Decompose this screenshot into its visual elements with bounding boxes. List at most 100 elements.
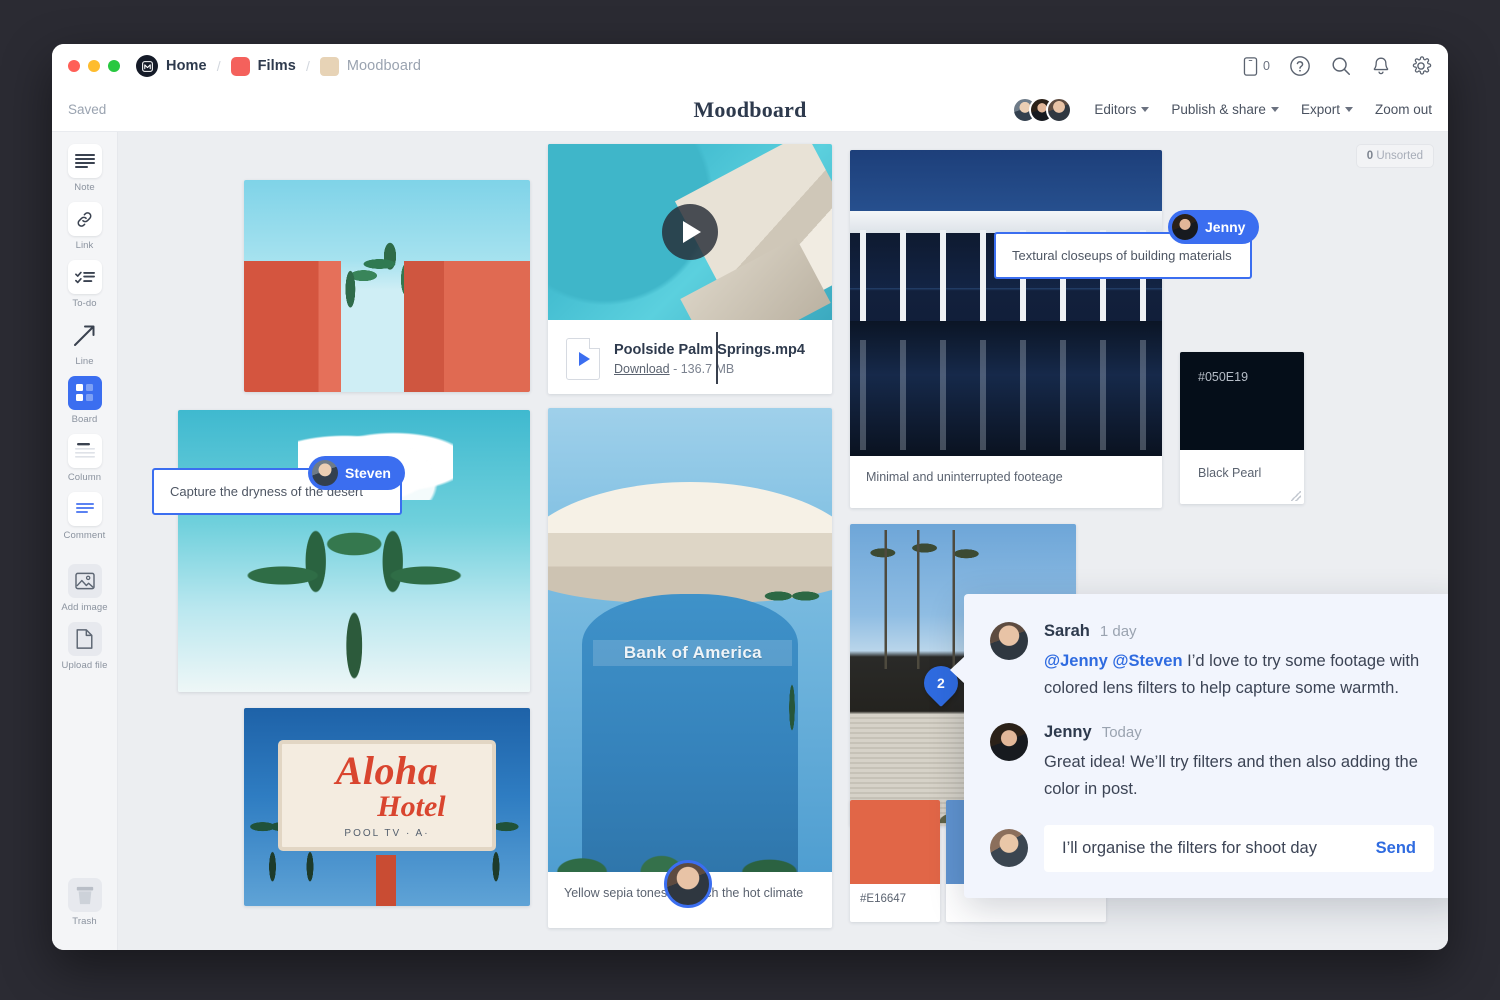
chevron-down-icon xyxy=(1345,107,1353,112)
chevron-down-icon xyxy=(1141,107,1149,112)
palm-decoration xyxy=(761,547,823,770)
board-card-adobe-photo[interactable] xyxy=(244,180,530,392)
canvas-comment-author-steven[interactable]: Steven xyxy=(308,456,405,490)
editor-avatars[interactable] xyxy=(1012,97,1072,123)
video-thumbnail[interactable] xyxy=(548,144,832,320)
canvas-comment-author-label-jenny: Jenny xyxy=(1205,219,1245,235)
zoom-out-button[interactable]: Zoom out xyxy=(1375,102,1432,117)
video-file-icon xyxy=(566,338,600,380)
sidebar-label-upload-file: Upload file xyxy=(62,660,108,671)
comment-input[interactable] xyxy=(1062,839,1366,858)
palm-decoration xyxy=(217,523,492,692)
sidebar-item-upload-file[interactable]: Upload file xyxy=(56,622,114,671)
sidebar-item-link[interactable]: Link xyxy=(56,202,114,251)
play-triangle xyxy=(683,221,701,243)
palm-decoration xyxy=(324,231,456,329)
board-card-video[interactable]: Poolside Palm Springs.mp4 Download - 136… xyxy=(548,144,832,394)
link-icon xyxy=(68,202,102,236)
video-file-row: Poolside Palm Springs.mp4 Download - 136… xyxy=(548,320,832,394)
board-card-aloha-hotel[interactable]: Aloha Hotel POOL TV · A· xyxy=(244,708,530,906)
aloha-sign-line2: Hotel xyxy=(377,790,445,824)
close-window-button[interactable] xyxy=(68,60,80,72)
unsorted-count: 0 xyxy=(1367,150,1373,162)
sidebar-item-comment[interactable]: Comment xyxy=(56,492,114,541)
board-card-brasilia[interactable]: Minimal and uninterrupted footeage xyxy=(850,150,1162,508)
editors-menu-label: Editors xyxy=(1094,102,1136,117)
video-file-size: 136.7 MB xyxy=(681,362,735,376)
sidebar-item-line[interactable]: Line xyxy=(56,318,114,367)
unsorted-badge[interactable]: 0 Unsorted xyxy=(1356,144,1434,168)
canvas-comment-text-jenny: Textural closeups of building materials xyxy=(1012,248,1232,263)
sidebar-item-trash[interactable]: Trash xyxy=(56,878,114,927)
app-window: Home / Films / Moodboard 0 xyxy=(52,44,1448,950)
play-triangle xyxy=(579,352,590,366)
comment-body: Jenny Today Great idea! We’ll try filter… xyxy=(1044,723,1434,802)
sidebar-item-add-image[interactable]: Add image xyxy=(56,564,114,613)
export-menu[interactable]: Export xyxy=(1301,102,1353,117)
tan-square-icon xyxy=(320,57,339,76)
help-icon[interactable] xyxy=(1289,55,1311,77)
sidebar-label-trash: Trash xyxy=(72,916,96,927)
minimize-window-button[interactable] xyxy=(88,60,100,72)
breadcrumb: Home / Films / Moodboard xyxy=(136,55,421,77)
text-cursor xyxy=(716,332,718,384)
mobile-icon[interactable]: 0 xyxy=(1243,57,1270,76)
send-button[interactable]: Send xyxy=(1366,839,1416,858)
note-icon xyxy=(68,144,102,178)
canvas-comment-author-jenny[interactable]: Jenny xyxy=(1168,210,1259,244)
sidebar-label-link: Link xyxy=(76,240,94,251)
breadcrumb-label-home: Home xyxy=(166,58,207,74)
sidebar-item-column[interactable]: Column xyxy=(56,434,114,483)
publish-share-menu-label: Publish & share xyxy=(1171,102,1266,117)
board-card-sky-palm[interactable] xyxy=(178,410,530,692)
play-icon[interactable] xyxy=(662,204,718,260)
board-card-swatch-black-pearl[interactable]: #050E19 Black Pearl xyxy=(1180,352,1304,504)
comment-composer: Send xyxy=(990,825,1434,872)
aloha-sign-line1: Aloha xyxy=(336,752,439,790)
download-link[interactable]: Download xyxy=(614,362,670,376)
comment-icon xyxy=(68,492,102,526)
swatch-color-orange xyxy=(850,800,940,884)
resize-handle[interactable] xyxy=(1291,491,1301,501)
file-icon xyxy=(68,622,102,656)
todo-icon xyxy=(68,260,102,294)
sidebar-label-note: Note xyxy=(74,182,94,193)
avatar xyxy=(1046,97,1072,123)
breadcrumb-item-moodboard[interactable]: Moodboard xyxy=(320,57,421,76)
photo-brasilia-building xyxy=(850,150,1162,456)
sidebar-item-board[interactable]: Board xyxy=(56,376,114,425)
board-canvas[interactable]: 0 Unsorted xyxy=(118,132,1448,950)
comment-text: @Jenny @Steven I’d love to try some foot… xyxy=(1044,648,1434,701)
comment-input-wrapper[interactable]: Send xyxy=(1044,825,1434,872)
trash-icon xyxy=(68,878,102,912)
zoom-out-label: Zoom out xyxy=(1375,102,1432,117)
settings-icon[interactable] xyxy=(1410,55,1432,77)
maximize-window-button[interactable] xyxy=(108,60,120,72)
reflection-columns xyxy=(850,340,1162,450)
milanote-logo-icon xyxy=(136,55,158,77)
comments-panel[interactable]: Sarah 1 day @Jenny @Steven I’d love to t… xyxy=(964,594,1448,898)
search-icon[interactable] xyxy=(1330,55,1352,77)
sidebar-item-note[interactable]: Note xyxy=(56,144,114,193)
sidebar-label-add-image: Add image xyxy=(61,602,107,613)
photo-sky-palm xyxy=(178,410,530,692)
unsorted-label: Unsorted xyxy=(1376,150,1423,162)
comment-header: Jenny Today xyxy=(1044,723,1434,742)
board-card-bank-building[interactable]: Bank of America Yellow sepia tones to ma… xyxy=(548,408,832,928)
sidebar-item-todo[interactable]: To-do xyxy=(56,260,114,309)
board-card-swatch-orange[interactable]: #E16647 xyxy=(850,800,940,922)
breadcrumb-item-home[interactable]: Home xyxy=(136,55,207,77)
breadcrumb-item-films[interactable]: Films xyxy=(231,57,296,76)
publish-share-menu[interactable]: Publish & share xyxy=(1171,102,1279,117)
comment-mentions[interactable]: @Jenny @Steven xyxy=(1044,652,1183,670)
sidebar-label-comment: Comment xyxy=(64,530,106,541)
notifications-icon[interactable] xyxy=(1371,56,1391,77)
window-traffic-lights[interactable] xyxy=(68,60,120,72)
sidebar-label-todo: To-do xyxy=(72,298,96,309)
video-file-name: Poolside Palm Springs.mp4 xyxy=(614,342,805,358)
editors-menu[interactable]: Editors xyxy=(1094,102,1149,117)
breadcrumb-label-moodboard: Moodboard xyxy=(347,58,421,74)
caption-brasilia: Minimal and uninterrupted footeage xyxy=(850,456,1162,498)
swatch-color-black-pearl: #050E19 xyxy=(1180,352,1304,450)
comment-item: Jenny Today Great idea! We’ll try filter… xyxy=(990,723,1434,802)
